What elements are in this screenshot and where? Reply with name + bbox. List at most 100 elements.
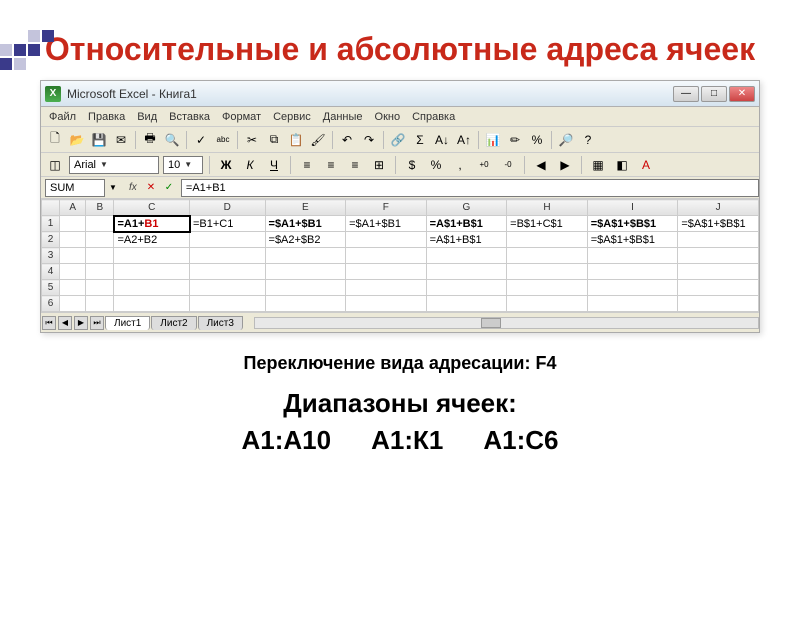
- align-right-icon[interactable]: ≡: [345, 155, 365, 175]
- cell-e2[interactable]: =$A2+$B2: [265, 232, 346, 248]
- open-icon[interactable]: 📂: [67, 130, 87, 150]
- cell-a1[interactable]: [60, 216, 86, 232]
- row-header-3[interactable]: 3: [42, 248, 60, 264]
- sheet-tab-3[interactable]: Лист3: [198, 316, 243, 330]
- preview-icon[interactable]: 🔍: [162, 130, 182, 150]
- sum-icon[interactable]: Σ: [410, 130, 430, 150]
- tab-nav-first[interactable]: ⏮: [42, 316, 56, 330]
- cell-h1[interactable]: =B$1+C$1: [507, 216, 588, 232]
- font-combo[interactable]: Arial▼: [69, 156, 159, 174]
- fill-icon[interactable]: ◧: [612, 155, 632, 175]
- sheet-tab-1[interactable]: Лист1: [105, 316, 150, 330]
- row-5[interactable]: 5: [42, 280, 759, 296]
- currency-icon[interactable]: $: [402, 155, 422, 175]
- copy-icon[interactable]: ⧉: [264, 130, 284, 150]
- cell-c2[interactable]: =A2+B2: [114, 232, 190, 248]
- row-header-5[interactable]: 5: [42, 280, 60, 296]
- select-all-corner[interactable]: [42, 200, 60, 216]
- row-6[interactable]: 6: [42, 296, 759, 312]
- menu-help[interactable]: Справка: [412, 111, 455, 123]
- indent-right-icon[interactable]: ▶: [555, 155, 575, 175]
- sheet-tab-2[interactable]: Лист2: [151, 316, 196, 330]
- menu-format[interactable]: Формат: [222, 111, 261, 123]
- spreadsheet-grid[interactable]: A B C D E F G H I J 1 =A1+B1 =B1+C1 =$A1…: [41, 199, 759, 312]
- row-header-6[interactable]: 6: [42, 296, 60, 312]
- cell-g2[interactable]: =A$1+B$1: [426, 232, 507, 248]
- cell-f1[interactable]: =$A1+$B1: [346, 216, 427, 232]
- redo-icon[interactable]: ↷: [359, 130, 379, 150]
- accept-formula-button[interactable]: ✓: [161, 180, 177, 196]
- sort-desc-icon[interactable]: A↑: [454, 130, 474, 150]
- link-icon[interactable]: 🔗: [388, 130, 408, 150]
- col-header-d[interactable]: D: [190, 200, 266, 216]
- paste-icon[interactable]: 📋: [286, 130, 306, 150]
- sort-asc-icon[interactable]: A↓: [432, 130, 452, 150]
- border-icon[interactable]: ▦: [588, 155, 608, 175]
- menu-data[interactable]: Данные: [323, 111, 363, 123]
- formula-input[interactable]: =A1+B1: [181, 179, 759, 197]
- align-left-icon[interactable]: ≡: [297, 155, 317, 175]
- row-header-2[interactable]: 2: [42, 232, 60, 248]
- row-3[interactable]: 3: [42, 248, 759, 264]
- menu-insert[interactable]: Вставка: [169, 111, 210, 123]
- cut-icon[interactable]: ✂: [242, 130, 262, 150]
- bold-button[interactable]: Ж: [216, 155, 236, 175]
- cell-g1[interactable]: =A$1+B$1: [426, 216, 507, 232]
- draw-icon[interactable]: ✏: [505, 130, 525, 150]
- dec-dec-icon[interactable]: -0: [498, 155, 518, 175]
- col-header-h[interactable]: H: [507, 200, 588, 216]
- size-combo[interactable]: 10▼: [163, 156, 203, 174]
- cell-e1[interactable]: =$A1+$B1: [265, 216, 346, 232]
- col-header-b[interactable]: B: [86, 200, 114, 216]
- comma-icon[interactable]: ,: [450, 155, 470, 175]
- minimize-button[interactable]: —: [673, 86, 699, 102]
- cell-j1[interactable]: =$A$1+$B$1: [678, 216, 759, 232]
- cancel-formula-button[interactable]: ✕: [143, 180, 159, 196]
- maximize-button[interactable]: □: [701, 86, 727, 102]
- col-header-a[interactable]: A: [60, 200, 86, 216]
- save-icon[interactable]: 💾: [89, 130, 109, 150]
- col-header-j[interactable]: J: [678, 200, 759, 216]
- menu-file[interactable]: Файл: [49, 111, 76, 123]
- row-2[interactable]: 2 =A2+B2 =$A2+$B2 =A$1+B$1 =$A$1+$B$1: [42, 232, 759, 248]
- undo-icon[interactable]: ↶: [337, 130, 357, 150]
- name-box[interactable]: SUM: [45, 179, 105, 197]
- row-4[interactable]: 4: [42, 264, 759, 280]
- new-icon[interactable]: 🗋: [45, 130, 65, 150]
- mail-icon[interactable]: ✉: [111, 130, 131, 150]
- fx-button[interactable]: fx: [125, 180, 141, 196]
- horizontal-scrollbar[interactable]: [254, 317, 759, 329]
- tab-nav-prev[interactable]: ◀: [58, 316, 72, 330]
- percent2-icon[interactable]: %: [426, 155, 446, 175]
- col-header-f[interactable]: F: [346, 200, 427, 216]
- percent-icon[interactable]: %: [527, 130, 547, 150]
- italic-button[interactable]: К: [240, 155, 260, 175]
- indent-left-icon[interactable]: ◀: [531, 155, 551, 175]
- cell-d1[interactable]: =B1+C1: [190, 216, 266, 232]
- cell-c1[interactable]: =A1+B1: [114, 216, 190, 232]
- col-header-i[interactable]: I: [587, 200, 678, 216]
- underline-button[interactable]: Ч: [264, 155, 284, 175]
- tab-nav-next[interactable]: ▶: [74, 316, 88, 330]
- menu-edit[interactable]: Правка: [88, 111, 125, 123]
- dec-inc-icon[interactable]: +0: [474, 155, 494, 175]
- font-color-icon[interactable]: A: [636, 155, 656, 175]
- merge-icon[interactable]: ⊞: [369, 155, 389, 175]
- row-1[interactable]: 1 =A1+B1 =B1+C1 =$A1+$B1 =$A1+$B1 =A$1+B…: [42, 216, 759, 232]
- cell-i1[interactable]: =$A$1+$B$1: [587, 216, 678, 232]
- row-header-4[interactable]: 4: [42, 264, 60, 280]
- cell-i2[interactable]: =$A$1+$B$1: [587, 232, 678, 248]
- chart-icon[interactable]: 📊: [483, 130, 503, 150]
- row-header-1[interactable]: 1: [42, 216, 60, 232]
- col-header-g[interactable]: G: [426, 200, 507, 216]
- col-header-c[interactable]: C: [114, 200, 190, 216]
- help-icon[interactable]: ?: [578, 130, 598, 150]
- menu-service[interactable]: Сервис: [273, 111, 311, 123]
- spell-icon[interactable]: ✓: [191, 130, 211, 150]
- cell-b1[interactable]: [86, 216, 114, 232]
- tab-nav-last[interactable]: ⏭: [90, 316, 104, 330]
- menu-window[interactable]: Окно: [375, 111, 401, 123]
- style-icon[interactable]: ◫: [45, 155, 65, 175]
- col-header-e[interactable]: E: [265, 200, 346, 216]
- close-button[interactable]: ✕: [729, 86, 755, 102]
